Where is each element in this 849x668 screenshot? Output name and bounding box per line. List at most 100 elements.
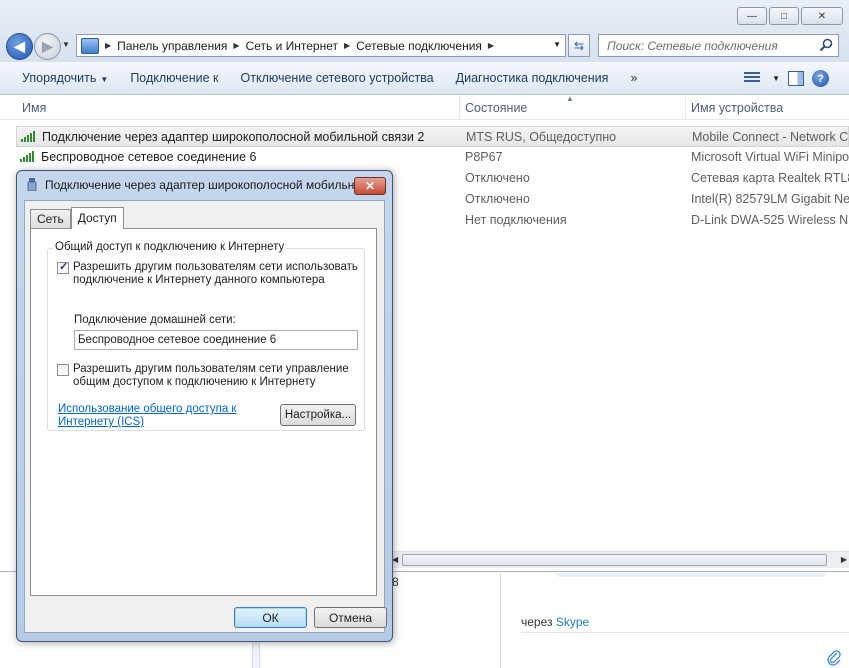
settings-button[interactable]: Настройка...: [280, 404, 356, 426]
tab-network[interactable]: Сеть: [30, 209, 71, 229]
allow-control-label: Разрешить другим пользователям сети упра…: [73, 363, 349, 389]
column-name[interactable]: Имя: [16, 96, 46, 120]
allow-sharing-label-line1: Разрешить другим пользователям сети испо…: [73, 261, 358, 273]
back-button[interactable]: ◀: [6, 33, 33, 60]
disable-device-button[interactable]: Отключение сетевого устройства: [233, 71, 442, 85]
connection-name: Беспроводное сетевое соединение 6: [41, 150, 257, 164]
ics-help-link[interactable]: Использование общего доступа к Интернету …: [58, 403, 236, 429]
close-window-button[interactable]: ✕: [801, 7, 843, 25]
connection-properties-dialog: Подключение через адаптер широкополосной…: [16, 170, 393, 642]
dialog-close-button[interactable]: ✕: [354, 177, 386, 195]
connect-to-button[interactable]: Подключение к: [122, 71, 226, 85]
scroll-right-icon[interactable]: ▶: [841, 555, 847, 564]
connection-device: Microsoft Virtual WiFi Minipo: [691, 150, 849, 164]
ics-link-line2[interactable]: Интернету (ICS): [58, 416, 144, 428]
chevron-right-icon[interactable]: ▶: [488, 41, 494, 50]
search-icon[interactable]: [819, 38, 833, 52]
allow-sharing-label-line2: подключение к Интернету данного компьюте…: [73, 274, 325, 286]
attachment-icon[interactable]: [826, 650, 842, 666]
connection-status: Нет подключения: [465, 213, 567, 227]
ok-button[interactable]: ОК: [234, 607, 307, 628]
dialog-titlebar[interactable]: Подключение через адаптер широкополосной…: [27, 178, 357, 192]
home-network-label: Подключение домашней сети:: [74, 314, 236, 326]
connection-status: MTS RUS, Общедоступно: [466, 130, 617, 144]
breadcrumb-network-internet[interactable]: Сеть и Интернет: [240, 39, 344, 53]
connection-device: Intel(R) 82579LM Gigabit Net: [691, 192, 849, 206]
scroll-left-icon[interactable]: ◀: [392, 555, 402, 564]
dialog-title: Подключение через адаптер широкополосной…: [45, 178, 357, 192]
ics-groupbox: Общий доступ к подключению к Интернету Р…: [47, 241, 365, 431]
diagnose-button[interactable]: Диагностика подключения: [448, 71, 617, 85]
minimize-button[interactable]: —: [737, 7, 767, 25]
cancel-button[interactable]: Отмена: [314, 607, 387, 628]
modem-icon: [27, 178, 37, 191]
divider: [521, 632, 849, 633]
signal-strength-icon: [21, 131, 35, 142]
column-status[interactable]: Состояние: [459, 96, 527, 120]
horizontal-scrollbar[interactable]: ◀ ▶: [392, 551, 849, 568]
organize-label: Упорядочить: [22, 71, 97, 85]
column-headers: Имя ▲ Состояние Имя устройства: [0, 94, 849, 120]
connection-status: P8P67: [465, 150, 503, 164]
signal-strength-icon: [20, 151, 34, 162]
allow-control-option[interactable]: Разрешить другим пользователям сети упра…: [57, 363, 349, 389]
background-strip: [556, 573, 826, 577]
allow-control-checkbox[interactable]: [57, 364, 69, 376]
address-dropdown-icon[interactable]: ▼: [553, 40, 561, 49]
back-arrow-icon: ◀: [14, 38, 25, 54]
more-commands-button[interactable]: »: [622, 71, 645, 85]
allow-control-label-line1: Разрешить другим пользователям сети упра…: [73, 363, 349, 375]
allow-sharing-checkbox[interactable]: [57, 261, 69, 274]
recent-pages-dropdown[interactable]: ▼: [62, 40, 70, 49]
allow-sharing-option[interactable]: Разрешить другим пользователям сети испо…: [57, 261, 358, 287]
sort-ascending-icon: ▲: [566, 94, 574, 103]
skype-prefix: через: [521, 615, 553, 629]
window-controls: — □ ✕: [737, 7, 843, 25]
refresh-button[interactable]: ⇆: [568, 34, 590, 57]
list-item[interactable]: Подключение через адаптер широкополосной…: [16, 126, 849, 147]
connection-name: Подключение через адаптер широкополосной…: [42, 130, 425, 144]
view-dropdown-icon[interactable]: ▼: [772, 74, 780, 83]
connection-name-cell: Подключение через адаптер широкополосной…: [21, 127, 461, 148]
help-icon[interactable]: ?: [812, 70, 829, 87]
skype-link[interactable]: Skype: [556, 615, 589, 629]
ics-link-line1[interactable]: Использование общего доступа к: [58, 403, 236, 415]
command-bar: Упорядочить ▼ Подключение к Отключение се…: [0, 62, 849, 95]
view-controls: ▼ ?: [744, 62, 849, 95]
forward-button[interactable]: ▶: [34, 33, 61, 60]
breadcrumb-control-panel[interactable]: Панель управления: [111, 39, 233, 53]
close-icon: ✕: [364, 179, 376, 193]
navigation-bar: ◀ ▶ ▼ ▶ Панель управления ▶ Сеть и Интер…: [0, 30, 849, 62]
connection-status: Отключено: [465, 171, 530, 185]
connection-status: Отключено: [465, 192, 530, 206]
allow-sharing-label: Разрешить другим пользователям сети испо…: [73, 261, 358, 287]
connection-name-cell: Беспроводное сетевое соединение 6: [20, 147, 460, 168]
tab-strip: Сеть Доступ: [30, 207, 124, 229]
maximize-button[interactable]: □: [769, 7, 799, 25]
tab-sharing[interactable]: Доступ: [70, 207, 124, 229]
window-titlebar: — □ ✕: [0, 0, 849, 30]
background-number: 8: [392, 575, 399, 589]
list-item[interactable]: Беспроводное сетевое соединение 6 P8P67 …: [16, 147, 849, 168]
preview-pane-icon[interactable]: [788, 71, 804, 86]
home-network-field[interactable]: Беспроводное сетевое соединение 6: [74, 330, 358, 350]
refresh-icon: ⇆: [573, 38, 585, 53]
search-placeholder: Поиск: Сетевые подключения: [607, 38, 778, 53]
connection-device: Сетевая карта Realtek RTL81: [691, 171, 849, 185]
column-device[interactable]: Имя устройства: [685, 96, 783, 120]
address-bar[interactable]: ▶ Панель управления ▶ Сеть и Интернет ▶ …: [76, 34, 566, 57]
breadcrumb-network-connections[interactable]: Сетевые подключения: [350, 39, 488, 53]
scrollbar-thumb[interactable]: [402, 554, 827, 566]
connection-device: D-Link DWA-525 Wireless N 1: [691, 213, 849, 227]
dialog-body: Сеть Доступ Общий доступ к подключению к…: [24, 200, 387, 633]
pane-divider: [500, 573, 501, 668]
sharing-tab-panel: Общий доступ к подключению к Интернету Р…: [30, 228, 377, 596]
groupbox-title: Общий доступ к подключению к Интернету: [53, 241, 287, 253]
control-panel-icon: [81, 37, 99, 54]
chevron-down-icon: ▼: [100, 75, 109, 84]
forward-arrow-icon: ▶: [42, 38, 53, 54]
skype-line: через Skype: [521, 615, 589, 629]
change-view-icon[interactable]: [744, 71, 761, 86]
organize-menu[interactable]: Упорядочить ▼: [14, 71, 116, 85]
search-input[interactable]: Поиск: Сетевые подключения: [598, 34, 839, 57]
